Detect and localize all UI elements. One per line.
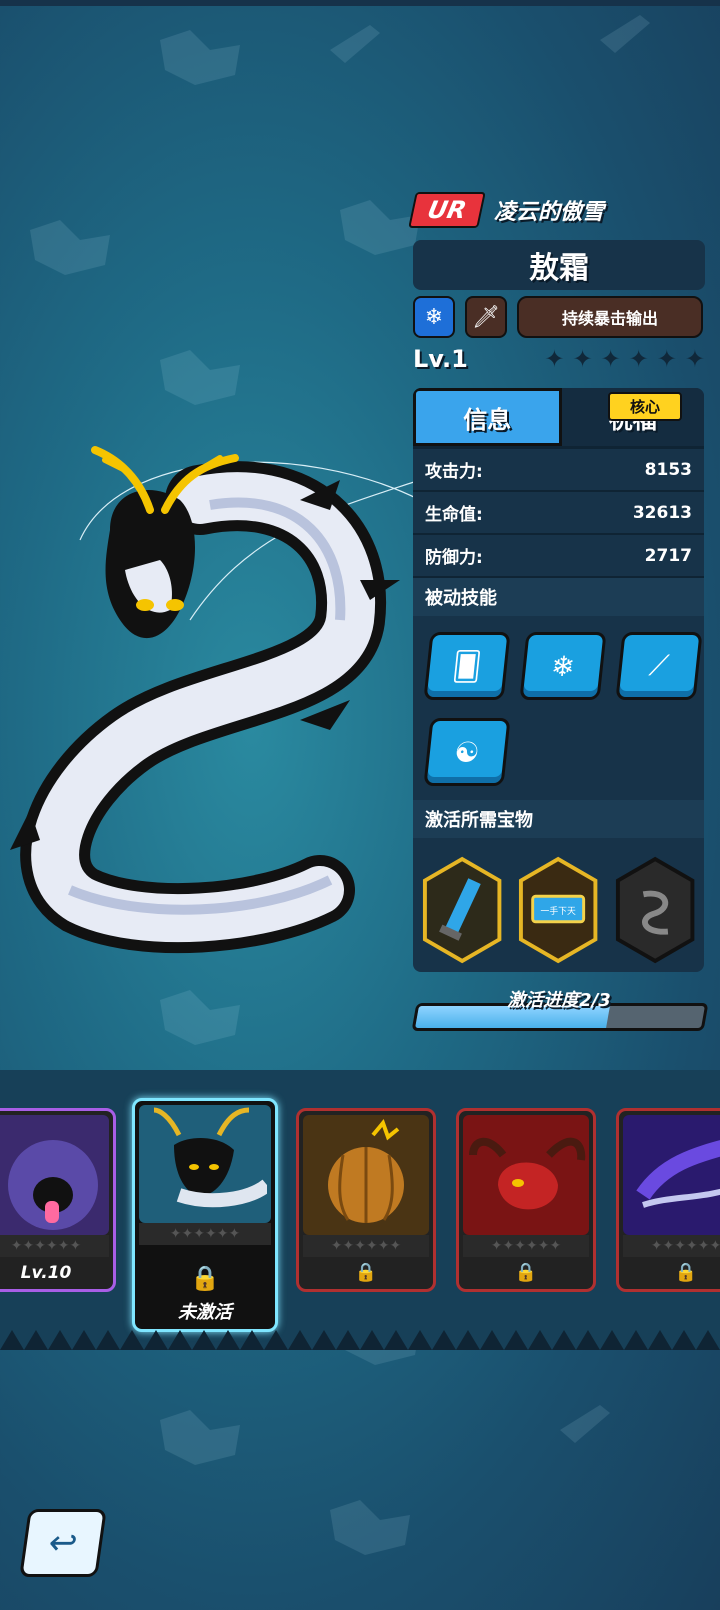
star-icon: ✦: [684, 345, 705, 373]
lock-icon: 🔒: [354, 1262, 378, 1283]
snowflake-icon[interactable]: ❄: [413, 296, 455, 338]
star-rating: ✦ ✦ ✦ ✦ ✦ ✦: [544, 345, 705, 373]
card-level: Lv.10: [20, 1263, 72, 1283]
claw-slash-icon[interactable]: ⟋: [615, 632, 703, 700]
sword-icon[interactable]: 🗡: [465, 296, 507, 338]
stat-value: 32613: [632, 502, 692, 523]
info-panel: 信息 祝福 攻击力: 8153 生命值: 32613 防御力: 2717 被动技…: [413, 388, 704, 972]
snowflakes-icon[interactable]: ❄: [519, 632, 607, 700]
core-badge: 核心: [608, 392, 683, 421]
purple-beast-portrait: [0, 1115, 109, 1235]
lock-icon: 🔒: [674, 1262, 698, 1283]
tab-info[interactable]: 信息: [413, 388, 562, 446]
card-stars: ✦✦✦✦✦✦: [623, 1235, 720, 1257]
hero-card-violet-dragon[interactable]: ✦✦✦✦✦✦ 🔒: [616, 1108, 720, 1292]
hero-carousel[interactable]: ✦✦✦✦✦✦ Lv.10 ✦✦✦✦✦✦ 🔒 未激活 ✦✦✦✦✦✦ 🔒 ✦✦✦✦✦…: [0, 1070, 720, 1350]
stat-value: 2717: [644, 545, 692, 566]
carousel-zigzag-border: [0, 1330, 720, 1350]
hero-level: Lv.1: [413, 345, 468, 373]
stat-label: 攻击力:: [425, 462, 483, 482]
card-state: 未激活: [178, 1302, 232, 1323]
hero-card-purple-beast[interactable]: ✦✦✦✦✦✦ Lv.10: [0, 1108, 116, 1292]
skill-grid: 🂠 ❄ ⟋ ☯: [413, 616, 704, 800]
star-icon: ✦: [628, 345, 649, 373]
treasure-row: 一手下天: [413, 838, 704, 966]
hero-card-pumpkin-beast[interactable]: ✦✦✦✦✦✦ 🔒: [296, 1108, 436, 1292]
hero-card-ice-dragon[interactable]: ✦✦✦✦✦✦ 🔒 未激活: [132, 1098, 278, 1332]
hero-subtitle: 凌云的傲雪: [493, 200, 604, 225]
ice-dragon-portrait: [139, 1105, 271, 1223]
star-icon: ✦: [656, 345, 677, 373]
pumpkin-beast-portrait: [303, 1115, 429, 1235]
level-row: Lv.1 ✦ ✦ ✦ ✦ ✦ ✦: [413, 345, 705, 373]
scroll-plaque-treasure[interactable]: 一手下天: [517, 854, 599, 966]
blue-blade-treasure[interactable]: [421, 854, 503, 966]
cards-dice-icon[interactable]: 🂠: [423, 632, 511, 700]
card-stars: ✦✦✦✦✦✦: [0, 1235, 109, 1257]
ice-dragon-illustration: [10, 446, 420, 954]
stat-row-hp: 生命值: 32613: [413, 492, 704, 535]
hero-card-red-demon[interactable]: ✦✦✦✦✦✦ 🔒: [456, 1108, 596, 1292]
stat-label: 生命值:: [425, 505, 483, 525]
star-icon: ✦: [544, 345, 565, 373]
section-required-treasures: 激活所需宝物: [413, 800, 704, 838]
lock-icon: 🔒: [190, 1264, 220, 1292]
stat-value: 8153: [644, 459, 692, 480]
stat-label: 防御力:: [425, 548, 483, 568]
hero-title-row: UR 凌云的傲雪: [408, 190, 604, 230]
violet-dragon-portrait: [623, 1115, 720, 1235]
card-stars: ✦✦✦✦✦✦: [303, 1235, 429, 1257]
rarity-badge: UR: [408, 192, 486, 228]
hero-name: 敖霜: [413, 240, 705, 290]
hero-tags: ❄ 🗡 持续暴击输出: [413, 296, 703, 338]
star-icon: ✦: [572, 345, 593, 373]
star-icon: ✦: [600, 345, 621, 373]
card-stars: ✦✦✦✦✦✦: [463, 1235, 589, 1257]
red-demon-portrait: [463, 1115, 589, 1235]
back-button[interactable]: ↩: [19, 1509, 107, 1577]
plaque-text: 一手下天: [541, 905, 576, 917]
card-stars: ✦✦✦✦✦✦: [139, 1223, 271, 1245]
back-arrow-icon: ↩: [45, 1523, 81, 1563]
activation-progress-label: 激活进度2/3: [507, 990, 611, 1011]
dragon-emblem-icon[interactable]: ☯: [423, 718, 511, 786]
lock-icon: 🔒: [514, 1262, 538, 1283]
dragon-core-treasure[interactable]: [614, 854, 696, 966]
trait-pill[interactable]: 持续暴击输出: [517, 296, 703, 338]
stat-row-attack: 攻击力: 8153: [413, 449, 704, 492]
stat-row-defense: 防御力: 2717: [413, 535, 704, 578]
section-passive-skills: 被动技能: [413, 578, 704, 616]
